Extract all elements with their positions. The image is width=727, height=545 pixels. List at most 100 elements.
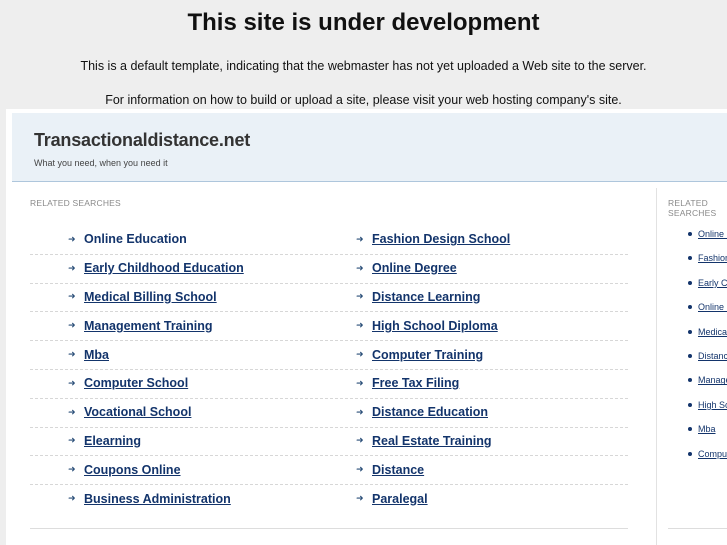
arrow-right-icon: ➜ bbox=[68, 320, 76, 331]
table-row: ➜ Management Training ➜ High School Diploma bbox=[30, 311, 628, 340]
sidebar-related-link[interactable]: High School Diploma bbox=[688, 400, 727, 410]
table-row: ➜ Coupons Online ➜ Distance bbox=[30, 455, 628, 484]
sidebar-related-link[interactable]: Computer Training bbox=[688, 449, 727, 459]
bullet-icon bbox=[688, 232, 692, 236]
sidebar-related-link[interactable]: Fashion Design School bbox=[688, 253, 727, 263]
table-row: ➜ Computer School ➜ Free Tax Filing bbox=[30, 369, 628, 398]
related-search-link[interactable]: ➜ Distance Learning bbox=[356, 283, 480, 312]
site-name[interactable]: Transactionaldistance.net bbox=[34, 130, 250, 151]
site-tagline: What you need, when you need it bbox=[34, 158, 168, 168]
arrow-right-icon: ➜ bbox=[68, 493, 76, 504]
related-search-link[interactable]: ➜ Free Tax Filing bbox=[356, 369, 459, 398]
sidebar-related-link[interactable]: Mba bbox=[688, 424, 727, 434]
sidebar-bottom-divider bbox=[668, 528, 727, 529]
grid-bottom-divider bbox=[30, 528, 628, 529]
sidebar-related-label: Online Degree bbox=[698, 302, 727, 313]
arrow-right-icon: ➜ bbox=[356, 435, 364, 446]
related-search-label: Computer School bbox=[84, 376, 189, 391]
related-search-link[interactable]: ➜ Business Administration bbox=[68, 484, 231, 513]
bullet-icon bbox=[688, 329, 692, 334]
arrow-right-icon: ➜ bbox=[68, 377, 76, 388]
table-row: ➜ Online Education ➜ Fashion Design School bbox=[30, 225, 628, 254]
bullet-icon bbox=[688, 427, 692, 432]
related-search-label: Online Degree bbox=[372, 261, 457, 276]
bullet-icon bbox=[688, 354, 692, 358]
arrow-right-icon: ➜ bbox=[68, 233, 76, 244]
related-search-label: Paralegal bbox=[372, 491, 428, 506]
sidebar-related-label: Computer Training bbox=[698, 448, 727, 459]
related-search-label: Computer Training bbox=[372, 347, 484, 362]
arrow-right-icon: ➜ bbox=[356, 262, 364, 273]
arrow-right-icon: ➜ bbox=[68, 406, 76, 417]
banner-title: This site is under development bbox=[187, 9, 540, 36]
sidebar-related-label: High School Diploma bbox=[698, 399, 727, 410]
related-search-label: Business Administration bbox=[84, 491, 231, 506]
sidebar-related-label: Fashion Design School bbox=[698, 253, 727, 264]
related-search-link[interactable]: ➜ Online Degree bbox=[356, 254, 457, 283]
bullet-icon bbox=[688, 305, 692, 310]
sidebar-related-link[interactable]: Distance Learning bbox=[688, 351, 727, 361]
related-search-label: Medical Billing School bbox=[84, 289, 217, 304]
arrow-right-icon: ➜ bbox=[356, 349, 364, 360]
table-row: ➜ Business Administration ➜ Paralegal bbox=[30, 484, 628, 513]
sidebar-related-link[interactable]: Early Childhood Education bbox=[688, 278, 727, 288]
related-search-link[interactable]: ➜ Paralegal bbox=[356, 484, 428, 513]
arrow-right-icon: ➜ bbox=[68, 349, 76, 360]
site-header: Transactionaldistance.net What you need,… bbox=[12, 113, 727, 182]
related-search-label: Fashion Design School bbox=[372, 232, 511, 247]
arrow-right-icon: ➜ bbox=[68, 291, 76, 302]
bullet-icon bbox=[688, 256, 692, 261]
table-row: ➜ Vocational School ➜ Distance Education bbox=[30, 398, 628, 427]
related-search-label: High School Diploma bbox=[372, 318, 498, 333]
sidebar-related-link[interactable]: Management Training bbox=[688, 375, 727, 385]
related-search-link[interactable]: ➜ Coupons Online bbox=[68, 455, 181, 484]
related-search-link[interactable]: ➜ Distance bbox=[356, 455, 424, 484]
sidebar-related-label: Online Education bbox=[698, 229, 727, 239]
related-search-link[interactable]: ➜ Medical Billing School bbox=[68, 283, 217, 312]
related-search-link[interactable]: ➜ Computer Training bbox=[356, 340, 483, 369]
bullet-icon bbox=[688, 378, 692, 383]
sidebar-related-link[interactable]: Online Education bbox=[688, 229, 727, 239]
related-search-label: Mba bbox=[84, 347, 109, 362]
arrow-right-icon: ➜ bbox=[356, 406, 364, 417]
related-search-label: Vocational School bbox=[84, 405, 192, 420]
sidebar-related-label: Mba bbox=[698, 424, 716, 435]
sidebar-related-label: Management Training bbox=[698, 375, 727, 386]
related-search-label: Distance bbox=[372, 462, 425, 477]
related-search-link[interactable]: ➜ Vocational School bbox=[68, 398, 191, 427]
bullet-icon bbox=[688, 280, 692, 285]
related-search-label: Distance Education bbox=[372, 405, 488, 420]
related-search-link[interactable]: ➜ Elearning bbox=[68, 427, 141, 456]
related-search-link[interactable]: ➜ Distance Education bbox=[356, 398, 488, 427]
column-divider bbox=[656, 188, 657, 545]
table-row: ➜ Elearning ➜ Real Estate Training bbox=[30, 427, 628, 456]
sidebar-related-link[interactable]: Online Degree bbox=[688, 302, 727, 312]
arrow-right-icon: ➜ bbox=[68, 262, 76, 273]
related-search-link[interactable]: ➜ Online Education bbox=[68, 225, 187, 254]
arrow-right-icon: ➜ bbox=[356, 493, 364, 504]
parked-page-frame: Transactionaldistance.net What you need,… bbox=[6, 109, 727, 545]
related-search-link[interactable]: ➜ High School Diploma bbox=[356, 311, 498, 340]
sidebar-related-searches-label: RELATED SEARCHES bbox=[668, 198, 717, 218]
sidebar-related-label: Early Childhood Education bbox=[698, 277, 727, 288]
related-search-label: Online Education bbox=[84, 232, 187, 247]
sidebar-related-link[interactable]: Medical Billing School bbox=[688, 327, 727, 337]
related-search-link[interactable]: ➜ Early Childhood Education bbox=[68, 254, 244, 283]
table-row: ➜ Early Childhood Education ➜ Online Degree bbox=[30, 254, 628, 283]
related-search-link[interactable]: ➜ Fashion Design School bbox=[356, 225, 510, 254]
arrow-right-icon: ➜ bbox=[356, 377, 364, 388]
related-search-label: Early Childhood Education bbox=[84, 261, 244, 276]
arrow-right-icon: ➜ bbox=[356, 464, 364, 475]
banner-message-2: For information on how to build or uploa… bbox=[105, 93, 622, 107]
related-search-label: Distance Learning bbox=[372, 289, 481, 304]
bullet-icon bbox=[688, 402, 692, 407]
table-row: ➜ Mba ➜ Computer Training bbox=[30, 340, 628, 369]
related-search-link[interactable]: ➜ Computer School bbox=[68, 369, 188, 398]
related-search-label: Real Estate Training bbox=[372, 433, 492, 448]
bullet-icon bbox=[688, 451, 692, 456]
related-search-link[interactable]: ➜ Mba bbox=[68, 340, 109, 369]
related-search-link[interactable]: ➜ Management Training bbox=[68, 311, 213, 340]
related-search-label: Coupons Online bbox=[84, 462, 181, 477]
related-searches-label: RELATED SEARCHES bbox=[30, 198, 121, 208]
related-search-link[interactable]: ➜ Real Estate Training bbox=[356, 427, 491, 456]
